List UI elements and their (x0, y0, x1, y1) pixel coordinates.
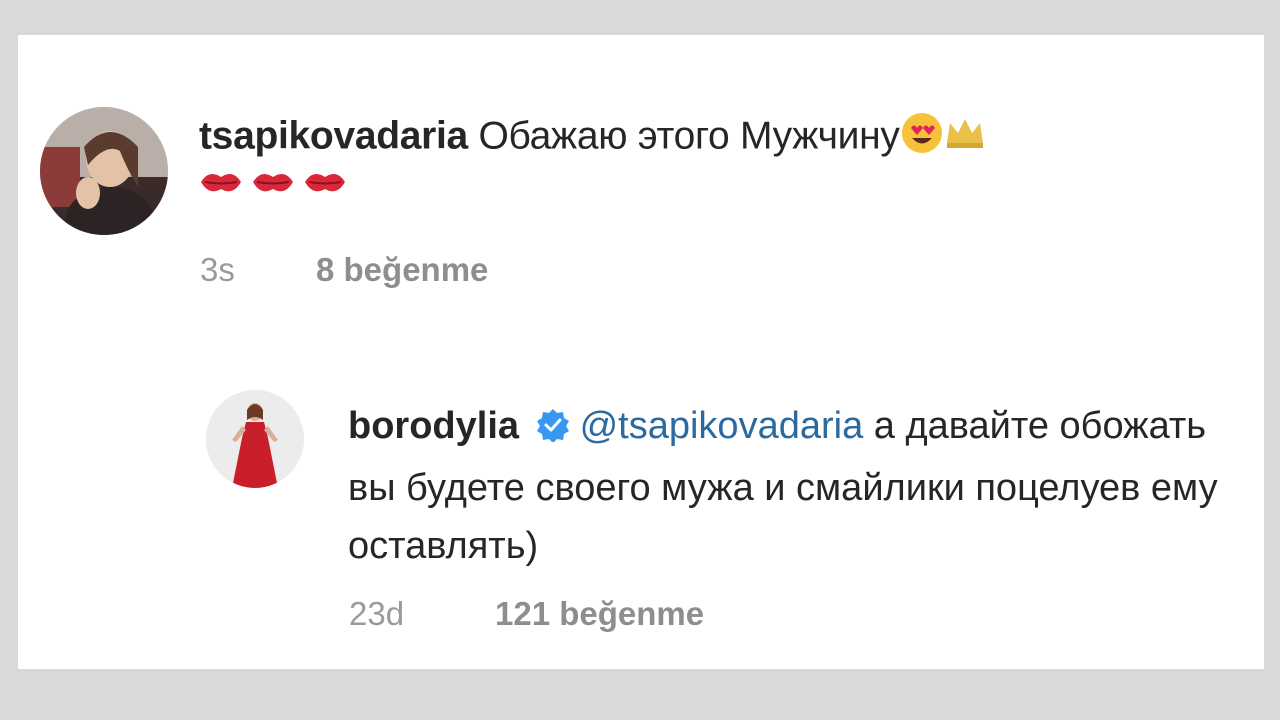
reply-mention-link[interactable]: @tsapikovadaria (580, 405, 864, 447)
avatar-borodylia[interactable] (206, 390, 304, 488)
comment-1-time: 3s (200, 251, 235, 288)
avatar-tsapikovadaria[interactable] (40, 107, 168, 235)
reply-likes[interactable]: 121 beğenme (495, 595, 704, 633)
kiss-emojis-row (199, 167, 355, 207)
heart-eyes-icon (900, 111, 944, 165)
comment-1-likes[interactable]: 8 beğenme (316, 251, 488, 289)
reply-likes-label: 121 beğenme (495, 595, 705, 632)
comment-1-body: Обажаю этого Мужчину (478, 114, 900, 158)
kiss-mark-icon (201, 173, 241, 192)
reply-username[interactable]: borodylia (348, 405, 519, 447)
reply-text-block: borodylia @tsapikovadaria а давайте обож… (348, 397, 1258, 575)
verified-badge-icon (536, 401, 570, 459)
reply-time: 23d (349, 595, 405, 632)
comment-1-likes-label: 8 beğenme (316, 251, 489, 288)
kiss-mark-icon (253, 173, 293, 192)
comment-1-username[interactable]: tsapikovadaria (199, 114, 468, 157)
crown-icon (944, 115, 986, 161)
kiss-mark-icon (305, 173, 345, 192)
comments-card: tsapikovadaria Обажаю этого Мужчину 3s 8… (18, 35, 1264, 669)
comment-1-text-line: tsapikovadaria Обажаю этого Мужчину (199, 111, 986, 165)
